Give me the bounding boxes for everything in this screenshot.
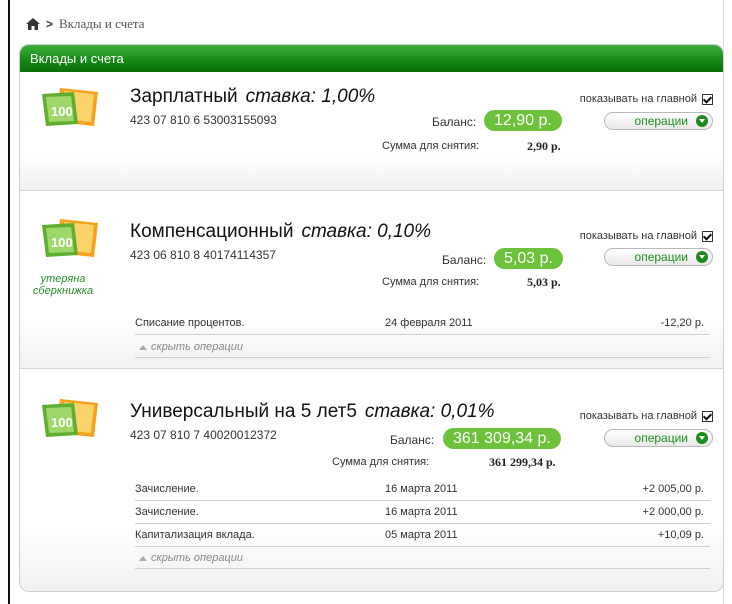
operation-row: Зачисление. 16 марта 2011 +2 000,00 р. — [135, 501, 710, 524]
account-number: 423 07 810 7 40020012372 — [130, 428, 277, 442]
accounts-panel: Вклады и счета 100 Зарплатный ставка: 1,0… — [19, 44, 724, 592]
withdraw-label: Сумма для снятия: — [382, 276, 480, 288]
chevron-down-icon — [696, 432, 708, 444]
show-on-main-label: показывать на главной — [579, 410, 697, 422]
operations-label: операции — [634, 431, 688, 445]
account-number: 423 06 810 8 40174114357 — [130, 248, 276, 262]
account-title[interactable]: Универсальный на 5 лет5 ставка: 0,01% — [130, 401, 494, 423]
account-rate: ставка: 0,10% — [301, 221, 432, 242]
operations-button[interactable]: операции — [604, 112, 713, 130]
operation-row: Списание процентов. 24 февраля 2011 -12,… — [135, 312, 710, 335]
balance-label: Баланс: — [390, 433, 435, 447]
home-icon[interactable] — [26, 18, 40, 30]
collapse-arrow-icon — [139, 345, 147, 350]
account-title[interactable]: Компенсационный ставка: 0,10% — [130, 221, 431, 243]
account-name: Зарплатный — [130, 86, 238, 107]
balance-label: Баланс: — [442, 253, 487, 267]
balance-value: 5,03 р. — [494, 248, 563, 269]
balance-label: Баланс: — [432, 115, 477, 129]
withdraw-label: Сумма для снятия: — [332, 456, 430, 468]
operations-button[interactable]: операции — [604, 248, 713, 266]
operation-desc: Списание процентов. — [135, 317, 245, 329]
operation-desc: Зачисление. — [135, 506, 199, 518]
show-on-main-toggle[interactable]: показывать на главной — [580, 93, 713, 105]
operation-amount: -12,20 р. — [660, 317, 704, 329]
account-card: 100 утеряна сберкнижка Компенсационный ст… — [20, 191, 723, 369]
operation-row: Зачисление. 16 марта 2011 +2 005,00 р. — [135, 478, 710, 501]
account-card: 100 Зарплатный ставка: 1,00% 423 07 810 6… — [20, 72, 723, 191]
hide-operations-label: скрыть операции — [151, 552, 243, 564]
operation-row: Капитализация вклада. 05 марта 2011 +10,… — [135, 524, 710, 547]
show-on-main-checkbox[interactable] — [702, 93, 713, 105]
account-number: 423 07 810 6 53003155093 — [130, 113, 277, 127]
balance-value: 361 309,34 р. — [443, 428, 561, 449]
operation-date: 16 марта 2011 — [385, 483, 458, 495]
account-title[interactable]: Зарплатный ставка: 1,00% — [130, 86, 375, 108]
operation-amount: +2 000,00 р. — [642, 506, 704, 518]
withdraw-value: 361 299,34 р. — [489, 455, 556, 469]
show-on-main-checkbox[interactable] — [702, 410, 713, 422]
chevron-down-icon — [696, 115, 708, 127]
operation-date: 05 марта 2011 — [385, 529, 458, 541]
operation-date: 24 февраля 2011 — [385, 317, 473, 329]
show-on-main-toggle[interactable]: показывать на главной — [580, 410, 713, 422]
hide-operations-link[interactable]: скрыть операции — [135, 550, 710, 569]
account-name: Универсальный на 5 лет5 — [130, 401, 357, 422]
operation-amount: +10,09 р. — [657, 529, 704, 541]
account-name: Компенсационный — [130, 221, 294, 242]
breadcrumb: > Вклады и счета — [26, 16, 145, 32]
breadcrumb-current: Вклады и счета — [59, 16, 145, 31]
show-on-main-checkbox[interactable] — [702, 230, 713, 242]
withdraw-label: Сумма для снятия: — [382, 140, 480, 152]
panel-title: Вклады и счета — [20, 45, 723, 72]
withdraw-value: 2,90 р. — [527, 139, 561, 153]
money-bills-icon: 100 — [42, 219, 98, 257]
operations-label: операции — [634, 114, 688, 128]
withdraw-value: 5,03 р. — [527, 275, 561, 289]
show-on-main-label: показывать на главной — [579, 230, 697, 242]
show-on-main-toggle[interactable]: показывать на главной — [580, 230, 713, 242]
operation-desc: Капитализация вклада. — [135, 529, 255, 541]
collapse-arrow-icon — [139, 556, 147, 561]
svg-text:100: 100 — [51, 235, 73, 250]
svg-text:100: 100 — [51, 104, 73, 119]
operations-label: операции — [634, 250, 688, 264]
balance-value: 12,90 р. — [484, 110, 562, 131]
show-on-main-label: показывать на главной — [579, 93, 697, 105]
hide-operations-link[interactable]: скрыть операции — [135, 339, 710, 358]
chevron-down-icon — [696, 251, 708, 263]
lost-passbook-note: утеряна сберкнижка — [32, 273, 94, 297]
money-bills-icon: 100 — [42, 88, 98, 126]
operations-button[interactable]: операции — [604, 429, 713, 447]
account-card: 100 Универсальный на 5 лет5 ставка: 0,01%… — [20, 369, 723, 591]
hide-operations-label: скрыть операции — [151, 341, 243, 353]
operation-date: 16 марта 2011 — [385, 506, 458, 518]
account-rate: ставка: 1,00% — [245, 86, 376, 107]
account-rate: ставка: 0,01% — [364, 401, 495, 422]
breadcrumb-separator: > — [46, 17, 54, 31]
money-bills-icon: 100 — [42, 399, 98, 437]
operation-amount: +2 005,00 р. — [642, 483, 704, 495]
svg-text:100: 100 — [51, 415, 73, 430]
operation-desc: Зачисление. — [135, 483, 199, 495]
